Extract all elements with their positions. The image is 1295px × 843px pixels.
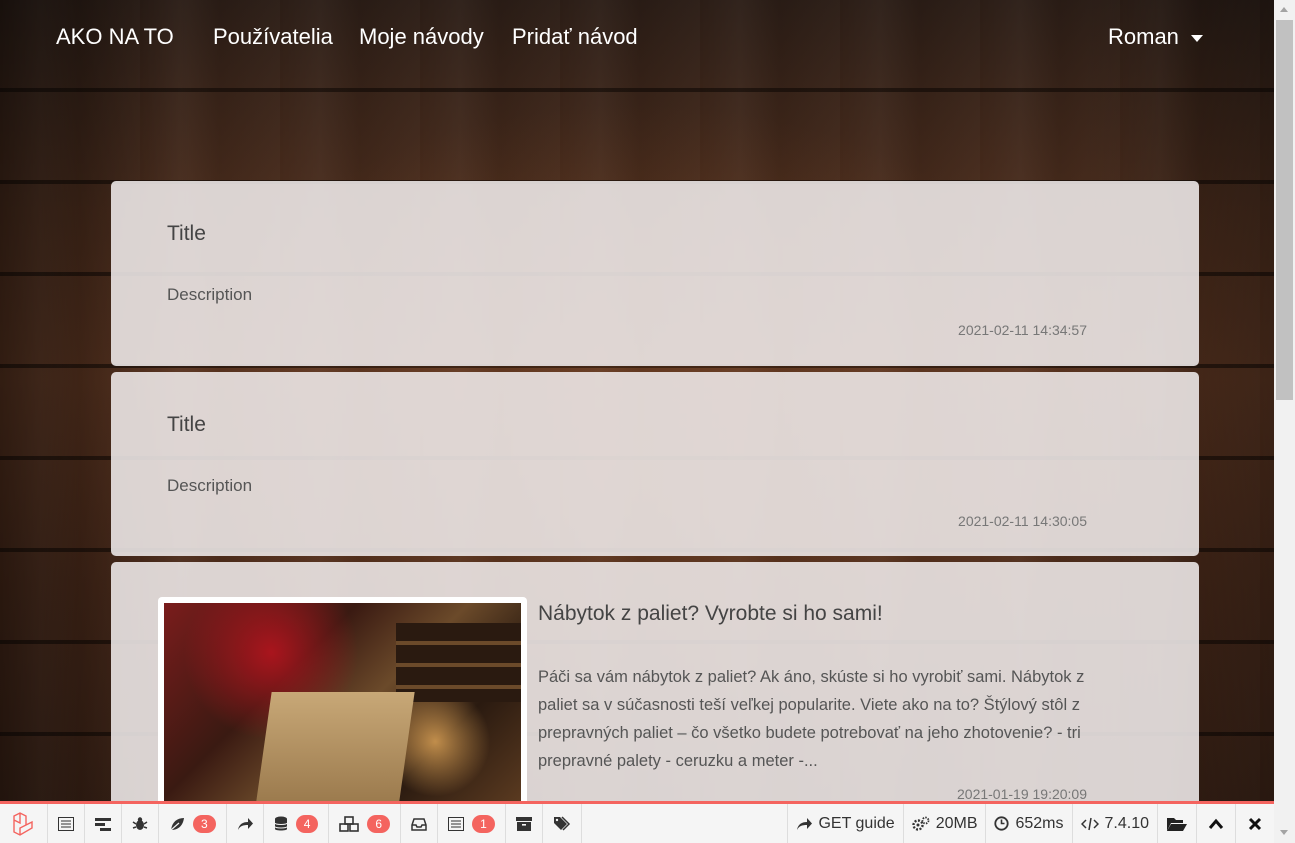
database-icon <box>274 816 288 830</box>
user-name: Roman <box>1108 24 1179 49</box>
tags-icon <box>553 815 570 831</box>
guide-card-1[interactable]: Title Description 2021-02-11 14:34:57 <box>111 181 1199 366</box>
code-icon <box>1080 817 1099 830</box>
card-date: 2021-01-19 19:20:09 <box>957 786 1087 802</box>
messages-icon <box>58 816 74 831</box>
close-icon <box>1248 817 1262 830</box>
php-version-text: 7.4.10 <box>1104 814 1149 832</box>
scroll-down-icon[interactable] <box>1280 830 1288 835</box>
queries-count-badge: 4 <box>295 814 319 833</box>
guide-thumbnail[interactable] <box>158 597 527 807</box>
card-title: Title <box>167 413 206 436</box>
timeline-tab[interactable] <box>85 804 122 843</box>
nav-link-my-guides[interactable]: Moje návody <box>359 24 484 50</box>
inbox-icon <box>411 817 427 831</box>
route-info: GET guide <box>787 804 902 843</box>
models-tab[interactable]: 6 <box>329 804 402 843</box>
clock-icon <box>994 816 1010 831</box>
guide-card-2[interactable]: Title Description 2021-02-11 14:30:05 <box>111 372 1199 556</box>
top-navbar: AKO NA TO Používatelia Moje návody Prida… <box>0 0 1274 76</box>
exceptions-tab[interactable] <box>122 804 159 843</box>
nav-link-add-guide[interactable]: Pridať návod <box>512 24 638 50</box>
request-tab[interactable] <box>543 804 582 843</box>
pallet-desk-photo <box>164 603 521 801</box>
debug-bar-status: GET guide 20MB 652ms 7.4.10 <box>787 804 1274 843</box>
memory-text: 20MB <box>935 814 978 832</box>
queries-tab[interactable]: 4 <box>264 804 330 843</box>
vertical-scrollbar[interactable] <box>1274 0 1295 843</box>
memory-info: 20MB <box>902 804 986 843</box>
share-icon <box>237 817 253 830</box>
laravel-logo-icon[interactable] <box>0 804 48 843</box>
cogs-icon <box>911 816 930 831</box>
card-description: Páči sa vám nábytok z paliet? Ak áno, sk… <box>538 668 1085 770</box>
close-button[interactable] <box>1235 804 1274 843</box>
time-text: 652ms <box>1015 814 1064 832</box>
messages-tab[interactable] <box>48 804 85 843</box>
card-date: 2021-02-11 14:30:05 <box>958 513 1087 529</box>
views-count-badge: 3 <box>193 814 216 833</box>
user-dropdown[interactable]: Roman <box>1108 24 1203 50</box>
scroll-thumb[interactable] <box>1276 20 1293 400</box>
brand-logo[interactable]: AKO NA TO <box>56 24 174 50</box>
cubes-icon <box>339 815 360 832</box>
views-tab[interactable]: 3 <box>159 804 227 843</box>
card-date: 2021-02-11 14:34:57 <box>958 322 1087 338</box>
photo-shelf <box>396 622 521 702</box>
timeline-icon <box>95 817 111 831</box>
models-count-badge: 6 <box>367 814 391 833</box>
open-folder-button[interactable] <box>1157 804 1196 843</box>
card-description: Description <box>167 285 253 304</box>
session-tab[interactable] <box>506 804 543 843</box>
time-info: 652ms <box>985 804 1071 843</box>
debug-bar: 3 4 6 1 GET guide 20MB 652ms 7.4.10 <box>0 801 1274 843</box>
gate-tab[interactable]: 1 <box>438 804 506 843</box>
card-title[interactable]: Nábytok z paliet? Vyrobte si ho sami! <box>538 602 883 626</box>
route-text: GET guide <box>818 814 895 832</box>
share-icon <box>797 817 813 830</box>
guide-card-featured[interactable]: Nábytok z paliet? Vyrobte si ho sami! Pá… <box>111 562 1199 822</box>
caret-down-icon <box>1190 34 1203 42</box>
archive-icon <box>515 816 532 831</box>
bug-icon <box>132 816 148 830</box>
maximize-button[interactable] <box>1196 804 1235 843</box>
php-version-info: 7.4.10 <box>1071 804 1157 843</box>
chevron-up-icon <box>1208 818 1224 829</box>
route-tab[interactable] <box>227 804 264 843</box>
folder-open-icon <box>1167 817 1187 831</box>
nav-link-users[interactable]: Používatelia <box>213 24 333 50</box>
leaf-icon <box>170 817 184 830</box>
gate-count-badge: 1 <box>472 814 495 833</box>
mails-tab[interactable] <box>401 804 439 843</box>
list-icon <box>448 816 465 831</box>
photo-table <box>256 692 415 801</box>
card-title: Title <box>167 222 206 245</box>
scroll-up-icon[interactable] <box>1280 7 1288 12</box>
card-description: Description <box>167 476 253 495</box>
